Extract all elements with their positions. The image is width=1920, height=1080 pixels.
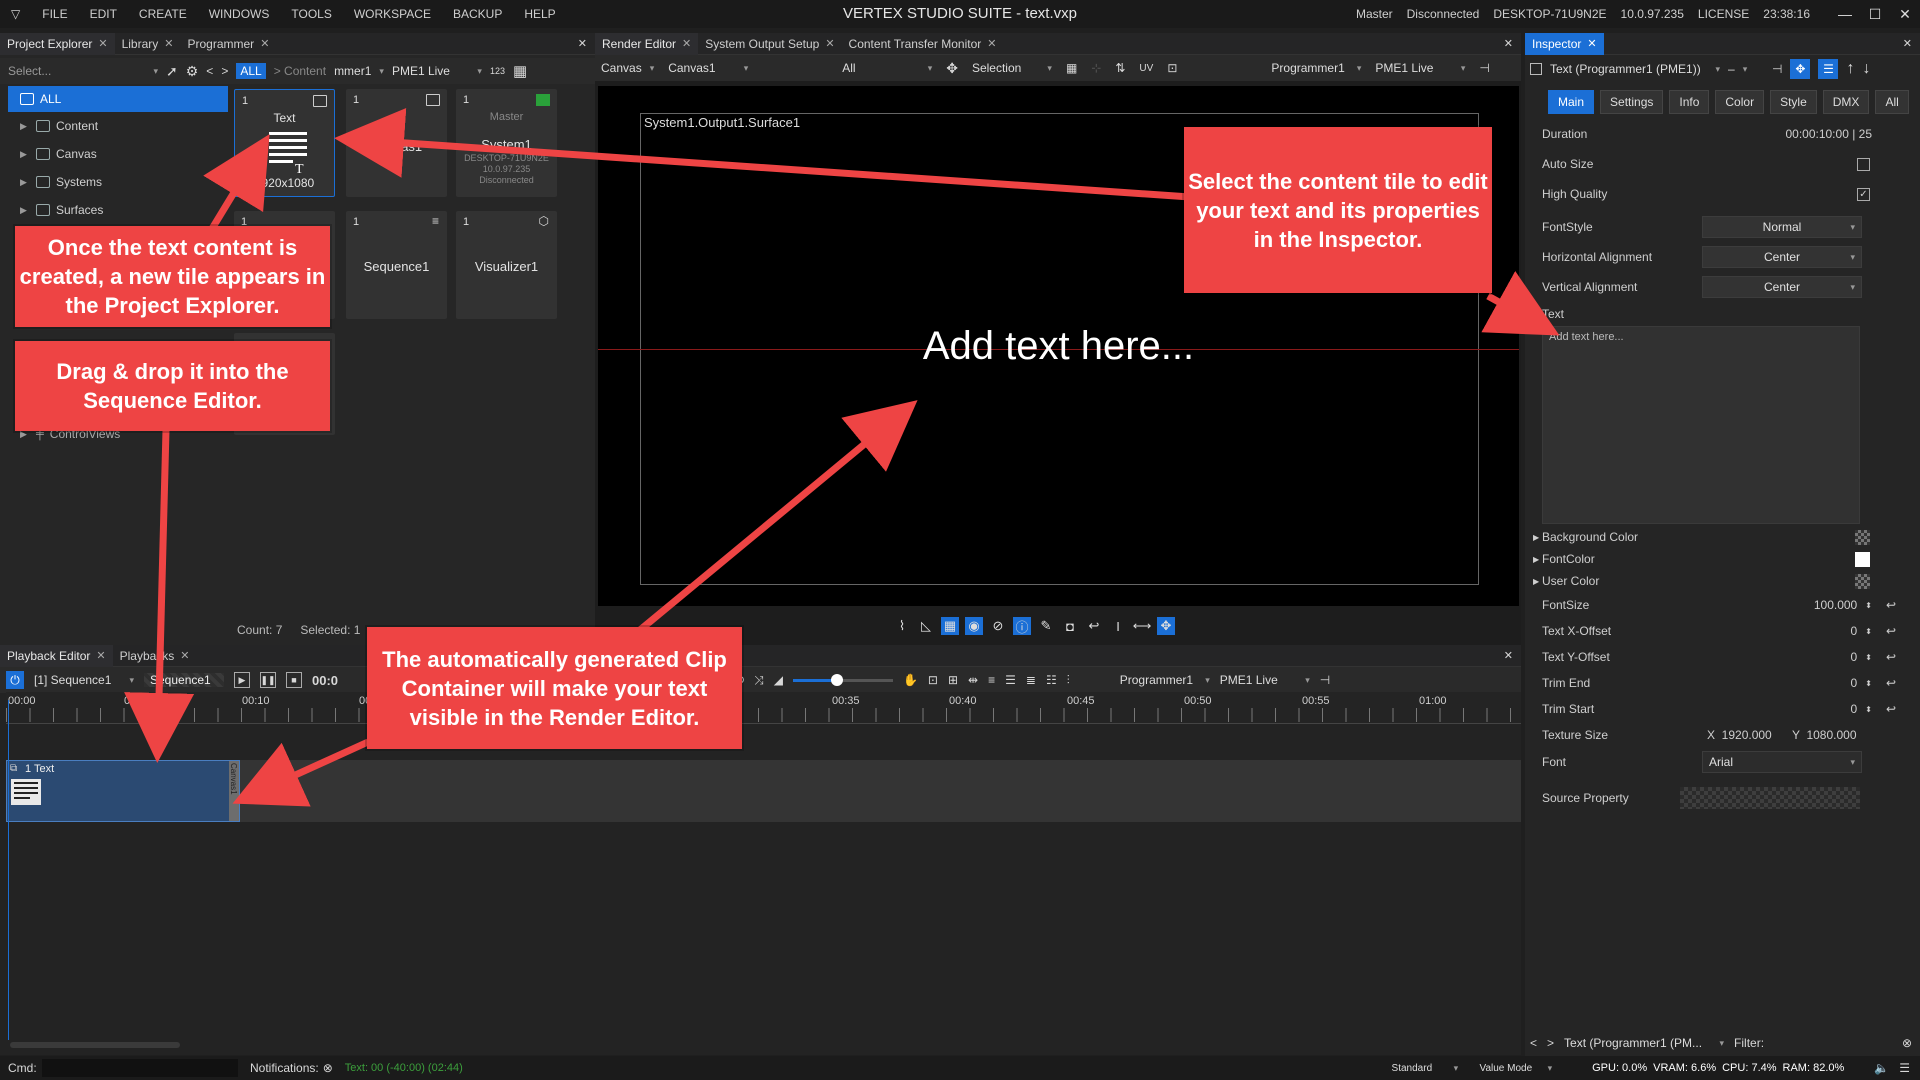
annotation-arrows bbox=[124, 107, 1560, 807]
callout-new-tile: Once the text content is created, a new … bbox=[15, 226, 330, 327]
callout-select-tile: Select the content tile to edit your tex… bbox=[1184, 127, 1492, 293]
callout-clip-container: The automatically generated Clip Contain… bbox=[367, 627, 742, 749]
callout-drag-drop: Drag & drop it into the Sequence Editor. bbox=[15, 341, 330, 431]
